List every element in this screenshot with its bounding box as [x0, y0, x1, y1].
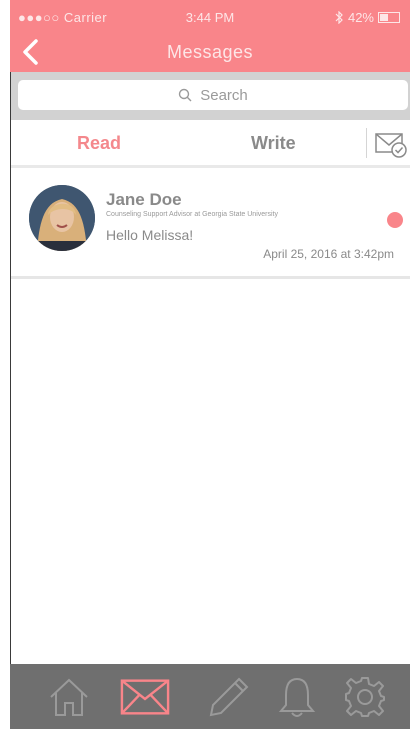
tabbar-notifications[interactable]	[272, 674, 322, 720]
avatar-image	[29, 185, 95, 251]
avatar	[29, 185, 95, 251]
tab-write[interactable]: Write	[251, 133, 296, 154]
envelope-check-icon	[375, 133, 407, 158]
message-timestamp: April 25, 2016 at 3:42pm	[263, 247, 394, 261]
tab-read[interactable]: Read	[77, 133, 121, 154]
status-bar: ●●●○○ Carrier 3:44 PM 42%	[10, 0, 410, 36]
search-icon	[179, 88, 192, 102]
tabbar-messages[interactable]	[120, 674, 170, 720]
tabbar-home[interactable]	[44, 674, 94, 720]
search-placeholder: Search	[200, 86, 248, 104]
home-icon	[50, 678, 88, 716]
empty-content	[10, 279, 410, 664]
status-right: 42%	[335, 10, 400, 25]
bell-icon	[278, 677, 316, 717]
message-sender-role: Counseling Support Advisor at Georgia St…	[106, 211, 278, 218]
unread-indicator	[387, 212, 403, 228]
message-list-item[interactable]: Jane Doe Counseling Support Advisor at G…	[10, 168, 410, 279]
message-tabs: Read Write	[10, 120, 410, 168]
battery-icon	[378, 12, 400, 23]
screen-edge	[0, 0, 10, 729]
page-title: Messages	[166, 42, 254, 62]
header-bar: ●●●○○ Carrier 3:44 PM 42% Messages	[10, 0, 410, 72]
message-sender: Jane Doe	[106, 190, 182, 209]
tabbar-settings[interactable]	[340, 674, 390, 720]
left-border	[10, 72, 11, 664]
battery-percent: 42%	[347, 10, 374, 25]
bottom-tab-bar	[10, 664, 410, 729]
gear-icon	[345, 677, 385, 717]
mark-read-button[interactable]	[374, 130, 408, 158]
search-input[interactable]: Search	[18, 80, 408, 110]
mail-icon	[120, 679, 170, 715]
bluetooth-icon	[335, 11, 343, 24]
message-preview: Hello Melissa!	[106, 227, 194, 243]
search-area: Search	[10, 72, 410, 120]
tab-divider	[366, 128, 367, 158]
tabbar-compose[interactable]	[204, 674, 254, 720]
pencil-icon	[209, 677, 249, 717]
